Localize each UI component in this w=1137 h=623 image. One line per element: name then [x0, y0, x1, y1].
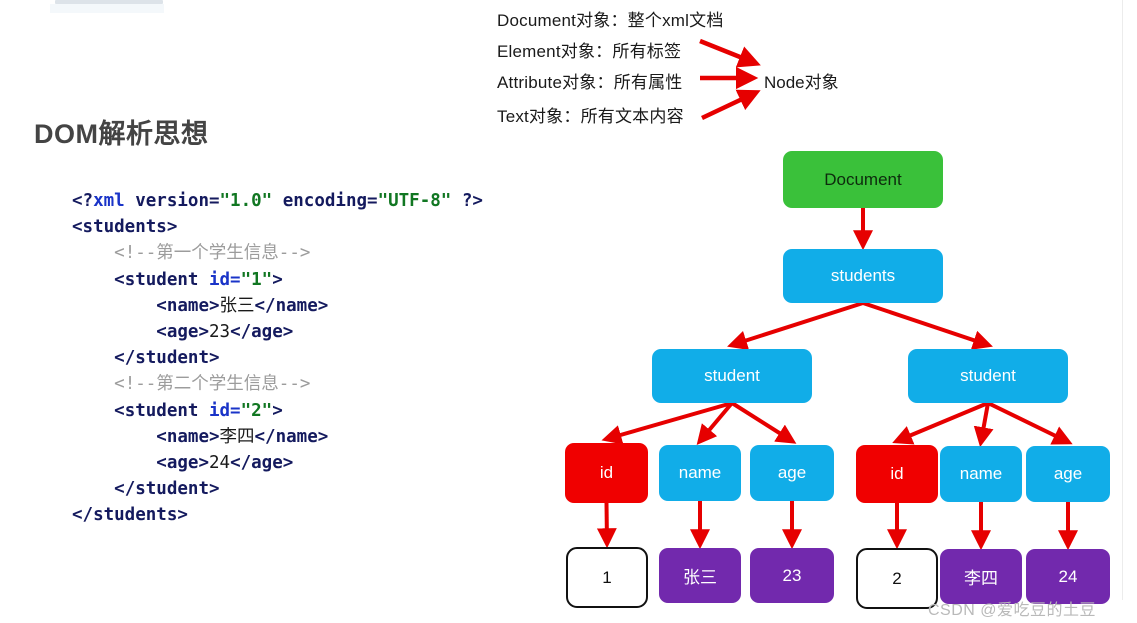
code-token: 23: [208, 322, 231, 343]
tree-node-student1[interactable]: student: [652, 349, 812, 403]
tree-edge-student2-to-name2: [973, 402, 994, 448]
tree-node-student2[interactable]: student: [908, 349, 1068, 403]
code-line: <age>24</age>: [72, 450, 483, 476]
node-object-label: Node对象: [764, 73, 839, 92]
code-token: </age>: [230, 322, 294, 343]
code-line: <student id="1">: [72, 267, 483, 293]
code-token: 张三: [219, 295, 255, 316]
code-token: <!--第一个学生信息-->: [114, 243, 311, 264]
tree-node-id1[interactable]: id: [565, 443, 648, 503]
tree-node-id2[interactable]: id: [856, 445, 938, 503]
code-line: </student>: [72, 476, 483, 502]
tree-edge-student2-to-age2: [987, 401, 1073, 445]
tree-node-students[interactable]: students: [783, 249, 943, 303]
code-token: ?>: [451, 191, 483, 211]
code-token: >: [272, 400, 283, 421]
code-token: <!--第二个学生信息-->: [114, 374, 311, 395]
code-token: "2": [240, 400, 273, 421]
code-token: >: [272, 269, 283, 290]
code-token: <students>: [72, 217, 178, 238]
tree-node-label: student: [704, 366, 760, 385]
tree-node-name2[interactable]: name: [940, 446, 1022, 502]
code-line: <students>: [72, 214, 483, 240]
tree-node-label: 李四: [964, 569, 998, 588]
code-token: </age>: [230, 453, 294, 474]
code-token: encoding=: [272, 191, 378, 211]
code-token: </students>: [72, 505, 188, 526]
tree-edge-id1-to-val_id1: [596, 502, 617, 549]
code-token: version=: [124, 191, 220, 211]
code-token: id=: [208, 269, 241, 290]
tree-node-label: student: [960, 366, 1016, 385]
code-token: <age>: [156, 453, 209, 474]
tree-node-label: 张三: [683, 568, 717, 587]
page-title: DOM解析思想: [34, 119, 209, 149]
code-token: </name>: [254, 295, 329, 316]
tree-node-document[interactable]: Document: [783, 151, 943, 208]
code-token: id=: [208, 400, 241, 421]
code-token: 李四: [219, 426, 255, 447]
tree-node-label: id: [599, 463, 614, 482]
right-edge-rule: [1122, 0, 1123, 600]
code-token: <name>: [156, 295, 220, 316]
tree-node-label: age: [1053, 464, 1083, 483]
code-line: <student id="2">: [72, 398, 483, 424]
tree-node-val_id1[interactable]: 1: [566, 547, 648, 608]
tree-node-label: Document: [824, 169, 902, 189]
tree-node-val_id2[interactable]: 2: [856, 548, 938, 609]
tree-node-label: id: [890, 464, 904, 483]
tree-node-val_name1[interactable]: 张三: [659, 548, 741, 603]
code-line: <!--第一个学生信息-->: [72, 240, 483, 266]
code-line: <?xml version="1.0" encoding="UTF-8" ?>: [72, 188, 483, 214]
tree-node-age2[interactable]: age: [1026, 446, 1110, 502]
tree-node-label: name: [678, 463, 722, 482]
tree-node-age1[interactable]: age: [750, 445, 834, 501]
code-token: </student>: [114, 348, 220, 369]
tree-edge-student1-to-age1: [730, 401, 797, 444]
tree-node-label: 23: [782, 565, 802, 585]
top-artifact-shadow: [50, 4, 164, 13]
code-line: </student>: [72, 345, 483, 371]
code-line: </students>: [72, 502, 483, 528]
code-token: <?: [72, 191, 94, 211]
tree-edge-student1-to-id1: [601, 401, 733, 445]
tree-node-label: 24: [1058, 566, 1078, 586]
object-legend: Document对象：整个xml文档 Element对象：所有标签 Attrib…: [497, 2, 917, 130]
tree-edge-student2-to-id2: [892, 401, 989, 445]
code-line: <!--第二个学生信息-->: [72, 371, 483, 397]
code-token: <age>: [156, 322, 209, 343]
code-token: <student: [114, 400, 209, 421]
watermark: CSDN @爱吃豆的土豆: [928, 602, 1097, 619]
code-token: "UTF-8": [377, 191, 452, 211]
tree-node-val_age1[interactable]: 23: [750, 548, 834, 603]
code-token: </name>: [254, 426, 329, 447]
code-line: <age>23</age>: [72, 319, 483, 345]
legend-line-document: Document对象：整个xml文档: [497, 11, 724, 30]
code-token: "1.0": [219, 191, 273, 211]
tree-edge-students-to-student2: [862, 301, 993, 350]
legend-line-text: Text对象：所有文本内容: [497, 107, 684, 126]
slide-canvas: Document对象：整个xml文档 Element对象：所有标签 Attrib…: [0, 0, 1137, 623]
code-token: <name>: [156, 426, 220, 447]
code-line: <name>张三</name>: [72, 293, 483, 319]
tree-edge-students-to-student1: [727, 301, 864, 351]
tree-node-label: 2: [892, 568, 902, 588]
code-token: 24: [208, 453, 231, 474]
code-token: xml: [93, 191, 125, 211]
tree-node-label: name: [959, 464, 1003, 483]
tree-edge-student1-to-name1: [696, 401, 734, 445]
legend-line-element: Element对象：所有标签: [497, 42, 682, 61]
tree-node-label: 1: [602, 567, 612, 587]
code-line: <name>李四</name>: [72, 424, 483, 450]
code-token: "1": [240, 269, 273, 290]
xml-code-block: <?xml version="1.0" encoding="UTF-8" ?> <…: [72, 188, 483, 529]
legend-line-attribute: Attribute对象：所有属性: [497, 73, 683, 92]
tree-node-label: age: [777, 463, 807, 482]
code-token: <student: [114, 269, 209, 290]
tree-node-label: students: [830, 266, 896, 285]
code-token: </student>: [114, 479, 220, 500]
tree-node-name1[interactable]: name: [659, 445, 741, 501]
